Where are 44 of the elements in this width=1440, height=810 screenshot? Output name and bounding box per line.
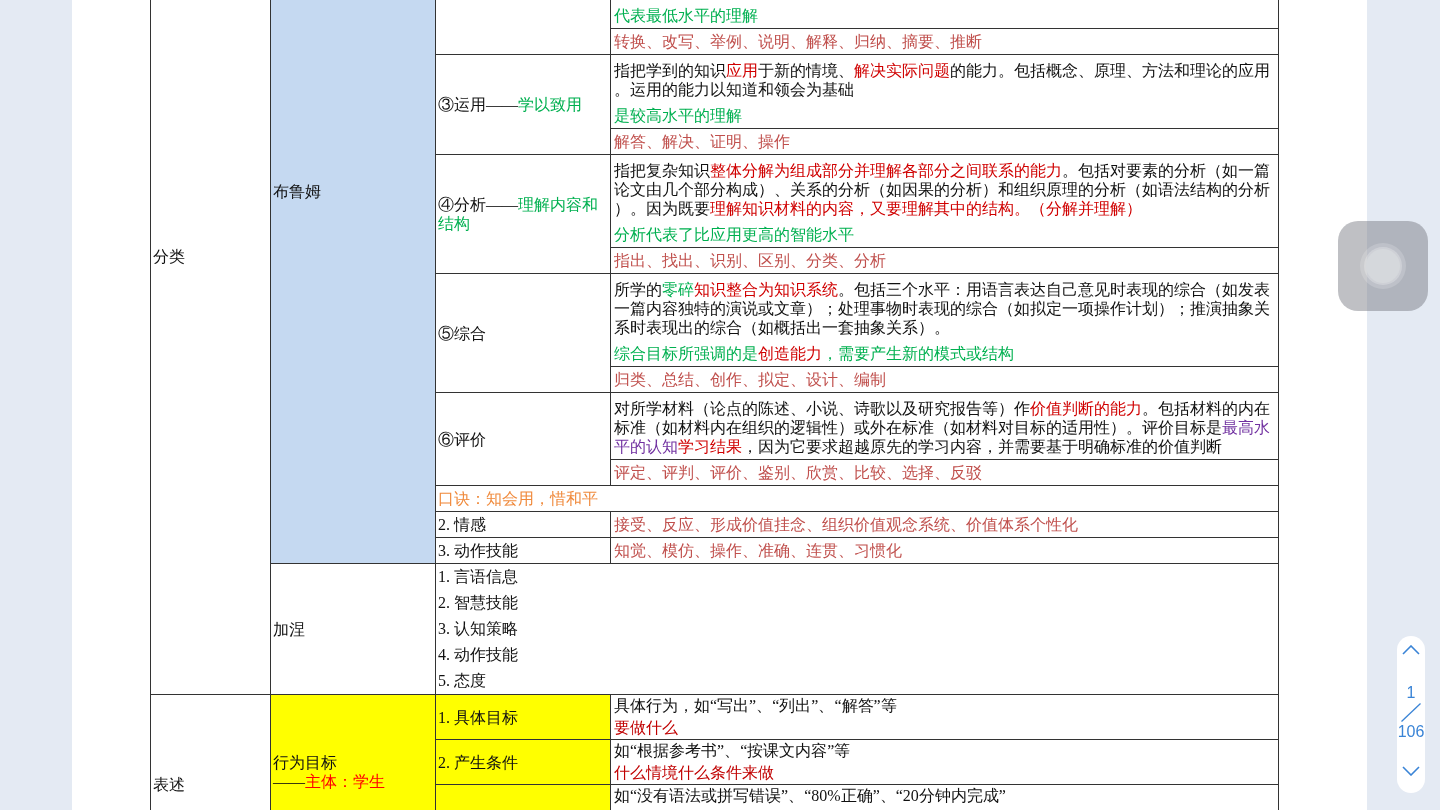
chevron-down-icon[interactable] xyxy=(1402,766,1420,776)
verbs-text: 评定、评判、评价、鉴别、欣赏、比较、选择、反驳 xyxy=(614,464,982,481)
category-label: 分类 xyxy=(153,247,185,266)
goal-title: 1. 具体目标 xyxy=(438,707,518,727)
level-title: ⑤综合 xyxy=(438,323,486,343)
description-text: 如“根据参考书”、“按课文内容”等 xyxy=(614,741,852,761)
theory-label: 加涅 xyxy=(273,619,305,639)
slash-icon xyxy=(1401,703,1421,722)
description-text: 要做什么 xyxy=(614,718,679,738)
theory-label: 行为目标 ——主体：学生 xyxy=(273,753,385,791)
description-text: 什么情境什么条件来做 xyxy=(614,763,775,783)
description-text: 综合目标所强调的是创造能力，需要产生新的模式或结构 xyxy=(614,344,1015,363)
list-item: 1. 言语信息 xyxy=(438,567,518,587)
description-text: 指把学到的知识应用于新的情境、解决实际问题的能力。包括概念、原理、方法和理论的应用。运用的能力以知道和领会为基础 xyxy=(614,61,1271,99)
goal-title: 2. 产生条件 xyxy=(438,752,518,772)
domain-title: 2. 情感 xyxy=(438,515,486,534)
description-text: 分析代表了比应用更高的智能水平 xyxy=(614,225,855,244)
mnemonic-text: 口诀：知会用，惜和平 xyxy=(438,490,598,507)
verbs-text: 转换、改写、举例、说明、解释、归纳、摘要、推断 xyxy=(614,33,982,50)
verbs-text: 归类、总结、创作、拟定、设计、编制 xyxy=(614,371,886,388)
chevron-up-icon[interactable] xyxy=(1402,645,1420,655)
verbs-text: 接受、反应、形成价值挂念、组织价值观念系统、价值体系个性化 xyxy=(614,516,1078,533)
description-text: 如“没有语法或拼写错误”、“80%正确”、“20分钟内完成” xyxy=(614,786,1007,806)
verbs-text: 知觉、模仿、操作、准确、连贯、习惯化 xyxy=(614,542,902,559)
verbs-text: 指出、找出、识别、区别、分类、分析 xyxy=(614,252,886,269)
description-text: 对所学材料（论点的陈述、小说、诗歌以及研究报告等）作价值判断的能力。包括材料的内在标准（如材料内在组织的逻辑性）或外在标准（如材料对目标的适用性）。评价目标是最高水平的认知学习结果，因为它要求超越原先的学习内容，并需要基于明确标准的价值判断 xyxy=(614,399,1271,456)
description-text: 指把复杂知识整体分解为组成部分并理解各部分之间联系的能力。包括对要素的分析（如一篇论文由几个部分构成）、关系的分析（如因果的分析）和组织原理的分析（如语法结构的分析）。因为既要理解知识材料的内容，又要理解其中的结构。（分解并理解） xyxy=(614,161,1271,218)
description-text: 所学的零碎知识整合为知识系统。包括三个水平：用语言表达自己意见时表现的综合（如发表一篇内容独特的演说或文章）；处理事物时表现的综合（如拟定一项操作计划）；推演抽象关系时表现出的综合（如概括出一套抽象关系）。 xyxy=(614,280,1271,337)
category-label: 表述 xyxy=(153,774,185,794)
verbs-text: 解答、解决、证明、操作 xyxy=(614,133,790,150)
theory-label: 布鲁姆 xyxy=(273,182,321,201)
level-title: ⑥评价 xyxy=(438,429,486,449)
list-item: 4. 动作技能 xyxy=(438,645,518,665)
list-item: 5. 态度 xyxy=(438,671,486,691)
description-text: 是较高水平的理解 xyxy=(614,106,743,125)
list-item: 2. 智慧技能 xyxy=(438,593,518,613)
current-page-number: 1 xyxy=(1406,683,1416,703)
total-pages-number: 106 xyxy=(1397,722,1425,742)
list-item: 3. 认知策略 xyxy=(438,619,518,639)
description-text: 代表最低水平的理解 xyxy=(614,6,759,25)
level-title: ④分析——理解内容和结构 xyxy=(438,195,599,233)
level-title: ③运用——学以致用 xyxy=(438,95,582,114)
description-text: 具体行为，如“写出”、“列出”、“解答”等 xyxy=(614,696,898,716)
domain-title: 3. 动作技能 xyxy=(438,541,518,560)
